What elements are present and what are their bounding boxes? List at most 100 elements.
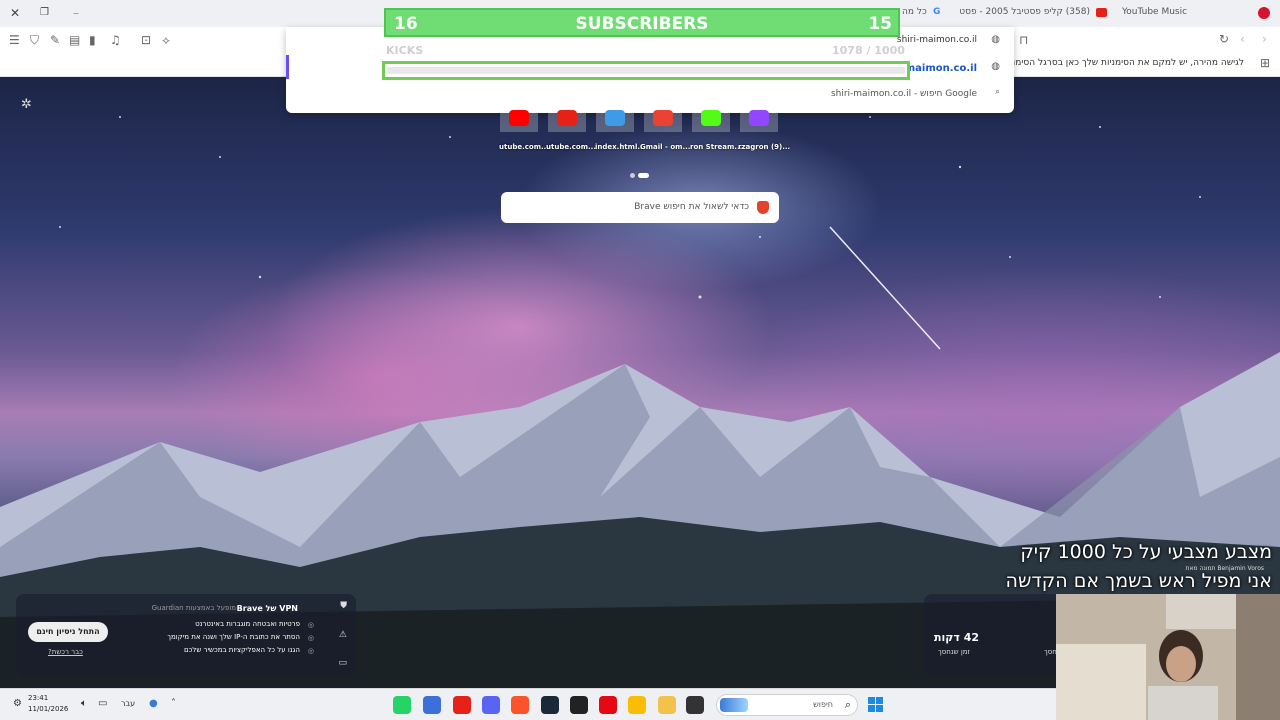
taskbar-search-placeholder: חיפוש — [813, 700, 833, 709]
app-blue-icon[interactable] — [423, 696, 441, 714]
kick-icon — [701, 110, 721, 126]
shortcut-tile[interactable] — [548, 106, 586, 132]
twitch-icon — [749, 110, 769, 126]
chevron-up-icon[interactable]: ˄ — [171, 698, 176, 709]
tab-youtube-music[interactable]: YouTube Music — [1122, 7, 1187, 17]
discord-icon[interactable] — [482, 696, 500, 714]
search-icon: ⌕ — [844, 698, 851, 711]
time-saved-label-partial: חסך — [1044, 648, 1057, 656]
folder-icon[interactable] — [658, 696, 676, 714]
time-saved-widget: 42 דקות זמן שנחסך חסך — [924, 594, 1064, 676]
chatgpt-icon[interactable] — [570, 696, 588, 714]
forward-icon[interactable]: ‹ — [1240, 32, 1245, 46]
vpn-feature: הסתר את כתובת ה-IP שלך ושנה את מיקומך — [167, 633, 300, 641]
already-purchased-link[interactable]: כבר רכשת? — [48, 648, 83, 656]
shortcut-label[interactable]: utube.com... — [546, 143, 596, 151]
shortcut-label[interactable]: ron Stream... — [690, 143, 742, 151]
warning-icon[interactable]: ⚠ — [339, 630, 347, 640]
network-icon[interactable]: ▭ — [98, 698, 107, 709]
shortcut-label[interactable]: utube.com... — [499, 143, 549, 151]
shortcut-tile[interactable] — [740, 106, 778, 132]
shortcut-tile[interactable] — [644, 106, 682, 132]
language-indicator[interactable]: עבר — [121, 699, 135, 708]
minimize-window-icon[interactable]: – — [73, 6, 79, 20]
overlay-text-line-1: מצבע מצבעי על כל 1000 קיק — [1020, 541, 1272, 563]
shortcut-label[interactable]: rzagron (9)... — [738, 143, 790, 151]
close-window-icon[interactable]: ✕ — [10, 6, 20, 20]
steam-icon[interactable] — [541, 696, 559, 714]
youtube-music-icon[interactable] — [453, 696, 471, 714]
kicks-count: 1078 / 1000 — [832, 44, 905, 57]
address-input[interactable]: shiri-maimon.co.il — [897, 35, 977, 45]
youtube-music-tab-icon — [1258, 7, 1270, 19]
globe-icon: ◍ — [991, 34, 1000, 45]
music-icon[interactable]: ♫ — [110, 33, 121, 47]
subscribers-right-count: 15 — [868, 14, 892, 34]
webcam-feed — [1056, 594, 1280, 720]
windows-start-icon[interactable] — [868, 697, 883, 712]
chat-icon[interactable]: ▭ — [338, 658, 347, 668]
bookmarks-bar-notice: לגישה מהירה, יש למקם את הסימניות שלך כאן… — [998, 58, 1244, 68]
windows-taskbar: ⚙ 23:41 11/01/2026 🔈︎ ▭ עבר ● ˄ חיפוש ⌕ — [0, 688, 1056, 720]
check-icon: ◎ — [307, 634, 314, 642]
page-dots — [630, 163, 652, 182]
start-trial-button[interactable]: התחל ניסיון חינם — [28, 622, 108, 642]
shortcut-tile[interactable] — [500, 106, 538, 132]
suggestion-search[interactable]: Google חיפוש - shiri-maimon.co.il — [831, 89, 977, 99]
time-saved-label: זמן שנחסך — [938, 648, 970, 656]
youtube-music-icon — [557, 110, 577, 126]
menu-icon[interactable]: ☰ — [9, 33, 20, 47]
brave-vpn-card: ⛊ ⚠ ▭ VPN של Brave מופעל באמצעות Guardia… — [16, 594, 356, 676]
vpn-provider: מופעל באמצעות Guardian — [151, 604, 236, 612]
extensions-icon[interactable]: ⟡ — [162, 33, 170, 48]
selection-indicator — [286, 55, 289, 79]
brave-lion-icon — [757, 201, 769, 214]
gear-icon[interactable]: ✲ — [21, 97, 32, 112]
back-icon[interactable]: › — [1262, 32, 1267, 46]
restore-window-icon[interactable]: ❐ — [40, 7, 49, 18]
puzzle-icon[interactable]: ✎ — [50, 33, 60, 47]
clock-date: 11/01/2026 — [28, 705, 69, 713]
youtube-icon — [509, 110, 529, 126]
sidebar-icon[interactable]: ▮ — [89, 33, 96, 47]
clock[interactable]: 23:41 11/01/2026 — [28, 693, 68, 715]
overlay-text-line-2: אני מפיל ראש בשמך אם הקדשה — [1005, 570, 1272, 592]
tab-current[interactable]: כל מה — [902, 7, 927, 17]
subscribers-counter: 16 SUBSCRIBERS 15 — [384, 8, 900, 37]
bookmark-icon[interactable]: ⊓ — [1019, 33, 1028, 47]
chrome-icon[interactable] — [628, 696, 646, 714]
shield-icon[interactable]: ⛉ — [30, 33, 39, 48]
shortcut-tile[interactable] — [596, 106, 634, 132]
search-icon: ⌕ — [994, 87, 1000, 97]
page-dot[interactable] — [630, 173, 635, 178]
microphone-icon[interactable]: ● — [149, 698, 158, 709]
gear-icon[interactable]: ⚙ — [13, 698, 22, 709]
shortcut-tile[interactable] — [692, 106, 730, 132]
brave-search-placeholder: כדאי לשאול את חיפוש Brave — [634, 202, 749, 212]
speaker-icon[interactable]: 🔈︎ — [81, 698, 87, 709]
vpn-feature: הגנו על כל האפליקציות במכשיר שלכם — [184, 646, 300, 654]
gmail-icon — [653, 110, 673, 126]
netflix-icon[interactable] — [599, 696, 617, 714]
brave-search-box[interactable]: כדאי לשאול את חיפוש Brave — [501, 192, 779, 223]
brave-icon[interactable] — [511, 696, 529, 714]
vpn-shield-icon: ⛊ — [340, 601, 347, 611]
tab-festival-clip[interactable]: (358) קליפ פסטיבל 2005 - פסטיבל גיב... — [960, 7, 1090, 17]
reload-icon[interactable]: ↻ — [1219, 32, 1229, 46]
page-dot-active[interactable] — [638, 173, 649, 178]
whatsapp-icon[interactable] — [393, 696, 411, 714]
time-saved-value: 42 דקות — [934, 631, 979, 644]
check-icon: ◎ — [307, 621, 314, 629]
vpn-title: VPN של Brave — [236, 604, 298, 613]
reader-icon[interactable]: ▤ — [69, 33, 80, 47]
terminal-icon[interactable] — [686, 696, 704, 714]
youtube-tab-icon — [1096, 8, 1107, 17]
taskbar-search[interactable]: חיפוש ⌕ — [716, 694, 858, 716]
kicks-progress-fill — [387, 67, 905, 74]
wallet-icon[interactable]: ⊡ — [141, 33, 151, 47]
search-highlight-icon — [720, 698, 748, 712]
shortcut-label[interactable]: index.html... — [595, 143, 645, 151]
vpn-feature: פרטיות ואבטחה מוגברות באינטרנט — [195, 620, 300, 628]
apps-grid-icon[interactable]: ⊞ — [1260, 56, 1270, 70]
shortcut-label[interactable]: Gmail - om... — [640, 143, 690, 151]
